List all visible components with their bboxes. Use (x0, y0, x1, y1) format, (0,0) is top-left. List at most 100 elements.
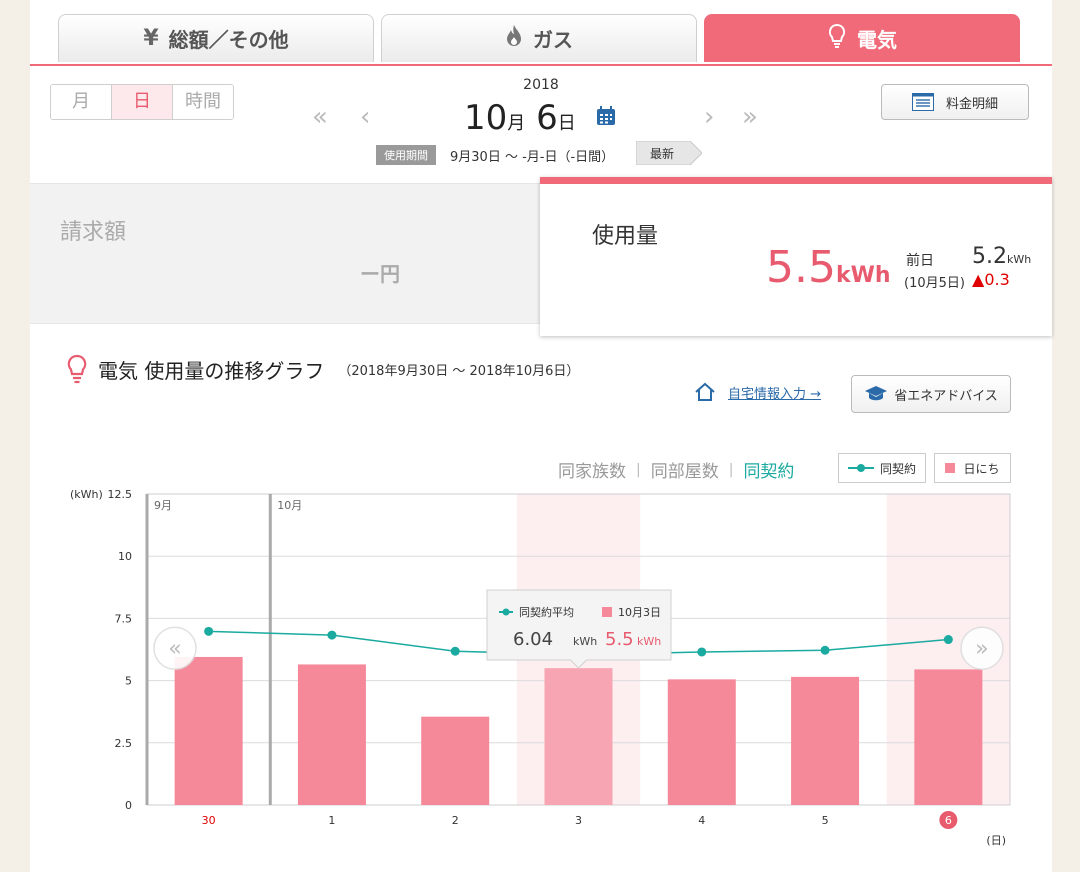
arrow-up-icon: ▲ (972, 270, 985, 289)
calendar-icon[interactable] (596, 106, 616, 126)
tab-label: 総額／その他 (168, 28, 289, 52)
tab-label: ガス (533, 28, 573, 52)
home-info-link[interactable]: 自宅情報入力 → (694, 382, 821, 402)
bar[interactable] (791, 676, 860, 805)
current-date: 10月 6日 (464, 98, 576, 138)
next-day-icon[interactable]: › (704, 100, 714, 134)
graph-title: 電気 使用量の推移グラフ （2018年9月30日 〜 2018年10月6日） (66, 354, 579, 384)
date-day: 6 (536, 98, 558, 138)
line-point[interactable] (943, 635, 953, 645)
date-day-unit: 日 (557, 113, 576, 134)
y-axis-label: (kWh) (70, 488, 103, 501)
usage-period: 使用期間 9月30日 〜 -月-日（-日間） (376, 144, 614, 166)
x-axis-label: (日) (986, 834, 1006, 847)
x-tick-label: 5 (822, 814, 829, 827)
legend-bar-toggle[interactable]: 日にち (934, 453, 1011, 483)
line-point[interactable] (204, 626, 214, 636)
line-point[interactable] (327, 630, 337, 640)
date-month: 10 (464, 98, 508, 138)
x-tick-label: 30 (202, 814, 216, 827)
home-link-label: 自宅情報入力 → (728, 386, 822, 402)
yen-icon: ¥ (143, 26, 159, 51)
y-tick-label: 0 (125, 799, 132, 812)
bulb-icon (827, 23, 847, 55)
line-legend-icon (847, 464, 874, 472)
legend-line-label: 同契約 (879, 461, 916, 476)
y-tick-label: 7.5 (115, 612, 133, 625)
chart-scroll-right-icon-glyph: » (975, 636, 988, 661)
line-point[interactable] (820, 645, 830, 655)
billing-value: ー円 (360, 262, 400, 286)
usage-value: 5.5kWh (766, 242, 891, 293)
energy-advice-label: 省エネアドバイス (894, 388, 998, 404)
list-icon (911, 93, 934, 111)
y-tick-label: 5 (125, 675, 132, 688)
bar[interactable] (421, 716, 490, 805)
prev-day-date: (10月5日) (904, 276, 965, 291)
tooltip-line-swatch-dot (502, 608, 510, 616)
x-tick-label: 3 (575, 814, 582, 827)
utility-tabs: ¥ 総額／その他 ガス 電気 (30, 14, 1052, 66)
tooltip-bar-label: 10月3日 (618, 606, 661, 619)
chart-scroll-left-icon-glyph: « (168, 636, 181, 661)
month-label: 10月 (277, 499, 302, 512)
y-tick-label: 2.5 (115, 737, 133, 750)
x-tick-label: 2 (452, 814, 459, 827)
bar[interactable] (914, 669, 983, 805)
page: ¥ 総額／その他 ガス 電気 月 日 時間 « ‹ › » 2018 10月 6… (30, 0, 1052, 872)
usage-number: 5.5 (766, 242, 836, 293)
line-point[interactable] (697, 647, 707, 657)
bar[interactable] (667, 679, 736, 805)
x-tick-label: 1 (328, 814, 335, 827)
tab-electricity[interactable]: 電気 (704, 14, 1020, 62)
billing-panel[interactable]: 請求額 ー円 (30, 183, 542, 324)
legend-line-toggle[interactable]: 同契約 (838, 453, 926, 483)
usage-unit: kWh (835, 263, 891, 288)
usage-label: 使用量 (592, 224, 659, 249)
first-page-icon[interactable]: « (312, 100, 328, 134)
period-text: 9月30日 〜 -月-日（-日間） (450, 149, 615, 165)
tooltip-bar-swatch (602, 607, 612, 617)
tooltip-bar-unit: kWh (637, 635, 661, 648)
x-tick-label: 6 (945, 814, 952, 827)
bar-legend-icon (945, 463, 956, 473)
prev-number: 5.2 (972, 244, 1007, 269)
energy-advice-button[interactable]: 省エネアドバイス (851, 375, 1011, 413)
tooltip-line-value: 6.04 (513, 629, 553, 650)
tab-gas[interactable]: ガス (381, 14, 697, 62)
x-tick-label: 4 (698, 814, 705, 827)
filter-contract[interactable]: 同契約 (743, 457, 794, 482)
prev-day-label: 前日 (906, 253, 934, 269)
date-month-unit: 月 (507, 113, 526, 134)
usage-diff: ▲0.3 (972, 270, 1010, 289)
legend-bar-label: 日にち (963, 461, 1000, 476)
bar[interactable] (544, 668, 613, 805)
billing-detail-button[interactable]: 料金明細 (881, 84, 1029, 120)
tab-label: 電気 (857, 28, 897, 52)
latest-button[interactable]: 最新 (636, 141, 702, 165)
filter-family[interactable]: 同家族数 (558, 457, 626, 482)
graph-title-text: 電気 使用量の推移グラフ (98, 358, 325, 383)
y-tick-label: 10 (118, 550, 132, 563)
month-label: 9月 (154, 499, 172, 512)
prev-unit: kWh (1007, 253, 1032, 266)
prev-day-icon[interactable]: ‹ (360, 100, 370, 134)
tab-total[interactable]: ¥ 総額／その他 (58, 14, 374, 62)
line-point[interactable] (450, 646, 460, 656)
usage-panel: 使用量 5.5kWh 前日 (10月5日) 5.2kWh ▲0.3 (540, 177, 1052, 336)
home-icon (695, 382, 715, 401)
filter-separator: | (728, 461, 734, 478)
tooltip-line-unit: kWh (573, 635, 597, 648)
billing-detail-label: 料金明細 (945, 96, 998, 112)
filter-rooms[interactable]: 同部屋数 (651, 457, 719, 482)
last-page-icon[interactable]: » (742, 100, 758, 134)
y-tick-label: 12.5 (108, 488, 133, 501)
graduation-cap-icon (865, 386, 888, 401)
billing-label: 請求額 (60, 220, 127, 245)
filter-separator: | (636, 461, 641, 478)
usage-chart: 0 2.5 5 7.5 10 12.5 (kWh) 9月 10月 30 1 2 3 4 5 6 (日) « » 同契約… (70, 488, 1011, 847)
bar[interactable] (297, 664, 366, 805)
graph-range: （2018年9月30日 〜 2018年10月6日） (338, 363, 580, 379)
tooltip-line-label: 同契約平均 (519, 605, 574, 619)
bar[interactable] (174, 656, 243, 805)
